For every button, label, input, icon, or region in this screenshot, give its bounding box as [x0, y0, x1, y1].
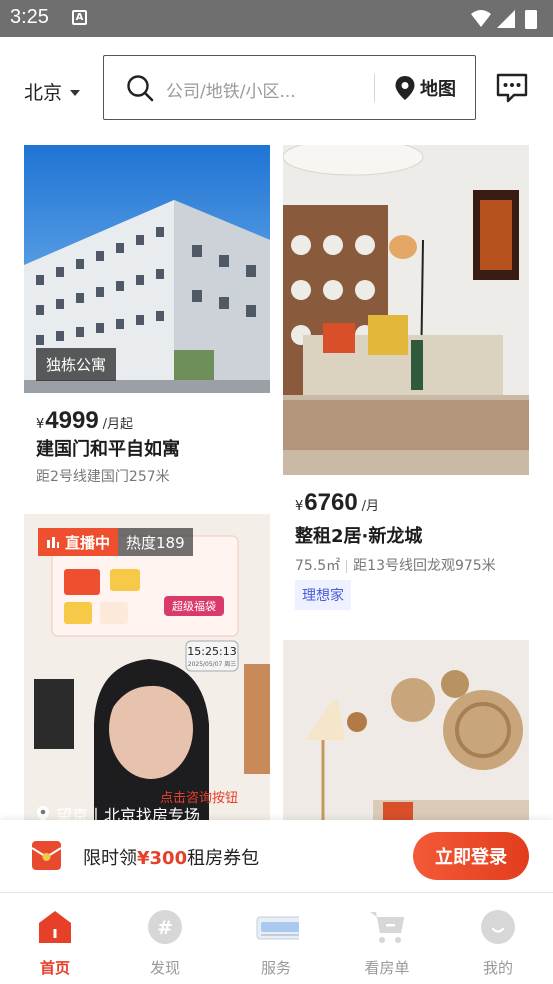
signal-battery-icons — [471, 10, 537, 29]
live-location-text: 望京丨北京找房专场 — [56, 806, 201, 820]
status-bar: 3:25 A — [0, 0, 553, 37]
discover-icon: # — [148, 910, 182, 944]
map-label: 地图 — [420, 79, 456, 100]
promo-amount: ¥300 — [137, 848, 188, 869]
listing-card[interactable]: ¥ 6760 /月 整租2居·新龙城 75.5㎡ 距13号线回龙观975米 理想家 — [283, 145, 529, 615]
wifi-icon — [471, 10, 491, 27]
live-label: 直播中 — [65, 533, 111, 552]
listing-tag: 独栋公寓 — [36, 348, 117, 381]
overlay-clock: 15:25:13 — [187, 645, 236, 658]
price-unit: /月起 — [102, 417, 134, 432]
listing-area: 75.5㎡ — [295, 558, 341, 574]
search-divider — [374, 74, 375, 102]
nav-label-profile: 我的 — [482, 959, 513, 977]
map-button[interactable]: 地图 — [394, 72, 456, 104]
price: ¥ 6760 /月 — [295, 489, 379, 517]
price-value: 6760 — [304, 489, 358, 516]
promo-text: 限时领¥300租房券包 — [83, 844, 259, 870]
live-tag: 直播中 热度189 — [38, 528, 193, 556]
live-bars-icon — [47, 537, 59, 548]
svg-text:#: # — [157, 917, 173, 939]
live-stream-card[interactable]: 超级福袋 15:25:13 2025/05/07 周三 点击咨询按钮 直播中 热… — [24, 514, 270, 820]
profile-icon — [481, 910, 515, 944]
cell-signal-icon — [497, 10, 515, 28]
listing-photo — [283, 145, 529, 475]
live-heat: 热度189 — [118, 528, 193, 556]
listing-card[interactable] — [283, 640, 529, 820]
notification-icon: A — [72, 10, 87, 25]
caret-down-icon — [70, 89, 81, 96]
listing-title: 整租2居·新龙城 — [295, 526, 423, 547]
overlay-banner: 超级福袋 — [172, 599, 216, 613]
listing-card[interactable]: 独栋公寓 ¥ 4999 /月起 建国门和平自如寓 距2号线建国门257米 — [24, 145, 270, 485]
nav-label-discover: 发现 — [149, 959, 180, 977]
listing-title: 建国门和平自如寓 — [36, 439, 180, 460]
home-icon — [39, 911, 71, 943]
nav-item-discover[interactable]: # 发现 — [110, 893, 220, 984]
service-icon — [256, 916, 299, 940]
nav-label-viewing-list: 看房单 — [364, 959, 410, 977]
nav-item-profile[interactable]: 我的 — [443, 893, 553, 984]
overlay-date: 2025/05/07 周三 — [188, 661, 237, 668]
promo-prefix: 限时领 — [83, 848, 137, 869]
promo-suffix: 租房券包 — [187, 848, 260, 869]
price-value: 4999 — [45, 407, 99, 434]
listing-distance: 距13号线回龙观975米 — [353, 558, 496, 574]
header: 北京 公司/地铁/小区... 地图 — [0, 37, 553, 137]
red-envelope-icon — [31, 841, 62, 870]
nav-item-home[interactable]: 首页 — [0, 893, 110, 984]
currency-symbol: ¥ — [295, 499, 304, 514]
meta-divider — [346, 559, 348, 573]
city-label: 北京 — [24, 82, 63, 104]
nav-label-home: 首页 — [39, 959, 70, 977]
promo-banner[interactable]: 限时领¥300租房券包 立即登录 — [0, 820, 553, 892]
search-bar[interactable]: 公司/地铁/小区... 地图 — [103, 55, 476, 120]
live-stream-video: 超级福袋 15:25:13 2025/05/07 周三 点击咨询按钮 — [24, 514, 270, 820]
listing-distance: 距2号线建国门257米 — [36, 469, 170, 485]
price-unit: /月 — [361, 499, 380, 514]
search-icon — [127, 75, 154, 102]
listing-photo — [283, 640, 529, 820]
nav-item-viewing-list[interactable]: 看房单 — [332, 893, 442, 984]
listing-details: 75.5㎡ 距13号线回龙观975米 — [295, 555, 496, 575]
currency-symbol: ¥ — [36, 417, 45, 432]
price: ¥ 4999 /月起 — [36, 407, 133, 435]
live-status: 直播中 — [38, 528, 119, 556]
login-button[interactable]: 立即登录 — [413, 832, 529, 880]
search-input[interactable]: 公司/地铁/小区... — [166, 77, 296, 102]
live-location: 望京丨北京找房专场 — [36, 802, 200, 820]
nav-label-service: 服务 — [260, 959, 291, 977]
nav-item-service[interactable]: 服务 — [221, 893, 331, 984]
brand-badge: 理想家 — [295, 580, 351, 610]
bottom-nav: 首页 # 发现 服务 看房单 我的 — [0, 892, 553, 984]
map-pin-icon — [395, 76, 415, 100]
status-time: 3:25 — [10, 6, 49, 28]
message-icon[interactable] — [496, 73, 528, 103]
battery-icon — [525, 10, 537, 29]
location-pin-icon — [37, 806, 49, 820]
city-selector[interactable]: 北京 — [24, 78, 81, 105]
cart-icon — [370, 912, 404, 943]
